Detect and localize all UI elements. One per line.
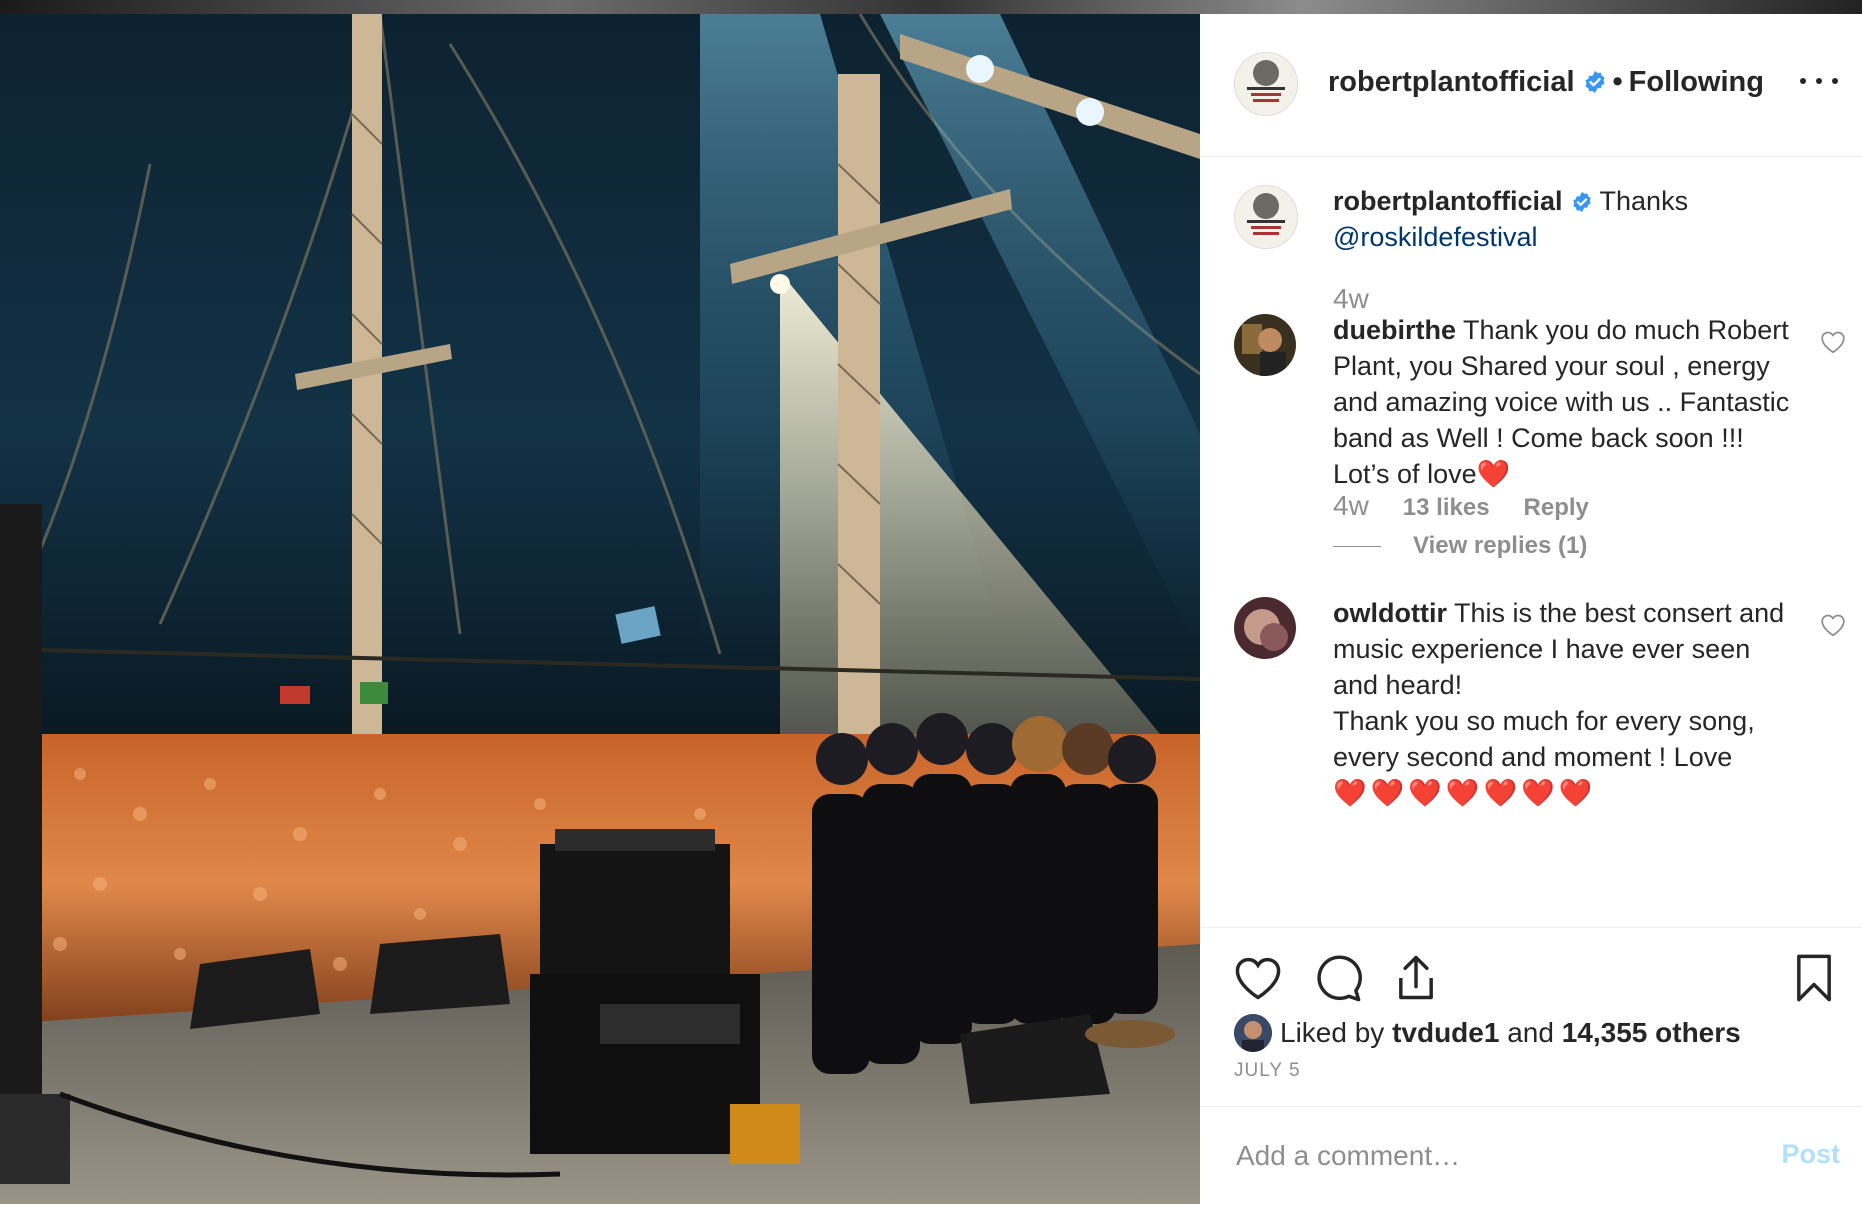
caption-username[interactable]: robertplantofficial [1333, 186, 1563, 216]
comment-message-line2: Thank you so much for every song, every … [1333, 706, 1755, 772]
liked-by-prefix: Liked by [1280, 1017, 1385, 1048]
author-avatar[interactable] [1234, 52, 1298, 116]
commenter-avatar[interactable] [1234, 597, 1296, 659]
caption-age[interactable]: 4w [1333, 283, 1369, 315]
comment-text: owldottir This is the best consert and m… [1333, 595, 1793, 811]
view-replies-line [1333, 545, 1381, 547]
red-hearts-emoji: ❤️❤️❤️❤️❤️❤️❤️ [1333, 778, 1597, 808]
caption-meta: 4w [1333, 283, 1369, 315]
comment-like-heart-icon[interactable] [1820, 613, 1846, 637]
more-horizontal-icon[interactable] [1800, 66, 1838, 96]
background-page-strip [0, 0, 1862, 14]
add-comment-input[interactable] [1234, 1133, 1718, 1179]
action-bar [1200, 927, 1862, 1014]
liked-by-conj: and [1507, 1017, 1554, 1048]
post-date[interactable]: JULY 5 [1234, 1060, 1301, 1082]
verified-badge-icon [1572, 191, 1591, 213]
comment-text: duebirthe Thank you do much Robert Plant… [1333, 312, 1793, 492]
commenter-avatar[interactable] [1234, 314, 1296, 376]
comment-likes-count[interactable]: 13 likes [1403, 494, 1490, 522]
mention-link[interactable]: @roskildefestival [1333, 222, 1537, 252]
verified-badge-icon [1585, 71, 1605, 93]
liker-avatar[interactable] [1234, 1014, 1272, 1052]
caption-text: robertplantofficial Thanks @roskildefest… [1333, 183, 1793, 255]
comment-age[interactable]: 4w [1333, 490, 1369, 522]
comment-like-heart-icon[interactable] [1820, 330, 1846, 354]
like-heart-icon[interactable] [1232, 952, 1284, 1004]
add-comment-bar: Post [1200, 1106, 1862, 1205]
post-photo[interactable] [0, 14, 1200, 1204]
comments-list[interactable]: robertplantofficial Thanks @roskildefest… [1200, 157, 1862, 927]
comment-bubble-icon[interactable] [1312, 952, 1364, 1004]
post-comment-button[interactable]: Post [1781, 1139, 1840, 1170]
caption-avatar[interactable] [1234, 185, 1298, 249]
bookmark-icon[interactable] [1788, 952, 1840, 1004]
commenter-username[interactable]: duebirthe [1333, 315, 1456, 345]
post-header: robertplantofficial • Following [1200, 14, 1862, 157]
reply-button[interactable]: Reply [1524, 494, 1589, 522]
post-details-panel: robertplantofficial • Following robertplan… [1200, 14, 1862, 1204]
commenter-username[interactable]: owldottir [1333, 598, 1447, 628]
view-replies-label: View replies (1) [1413, 532, 1588, 559]
author-username[interactable]: robertplantofficial [1328, 66, 1575, 98]
author-row: robertplantofficial • Following [1328, 66, 1764, 99]
share-icon[interactable] [1390, 952, 1442, 1004]
following-button[interactable]: Following [1629, 66, 1764, 98]
concert-stage-photo [0, 14, 1200, 1204]
separator-dot: • [1612, 66, 1623, 98]
liker-username[interactable]: tvdude1 [1392, 1017, 1499, 1049]
view-replies-button[interactable]: View replies (1) [1333, 532, 1587, 560]
caption-message: Thanks [1599, 186, 1689, 216]
comment-meta: 4w 13 likes Reply [1333, 490, 1589, 522]
likes-summary: Liked by tvdude1 and 14,355 others [1234, 1014, 1741, 1052]
others-count-link[interactable]: 14,355 others [1562, 1017, 1741, 1049]
